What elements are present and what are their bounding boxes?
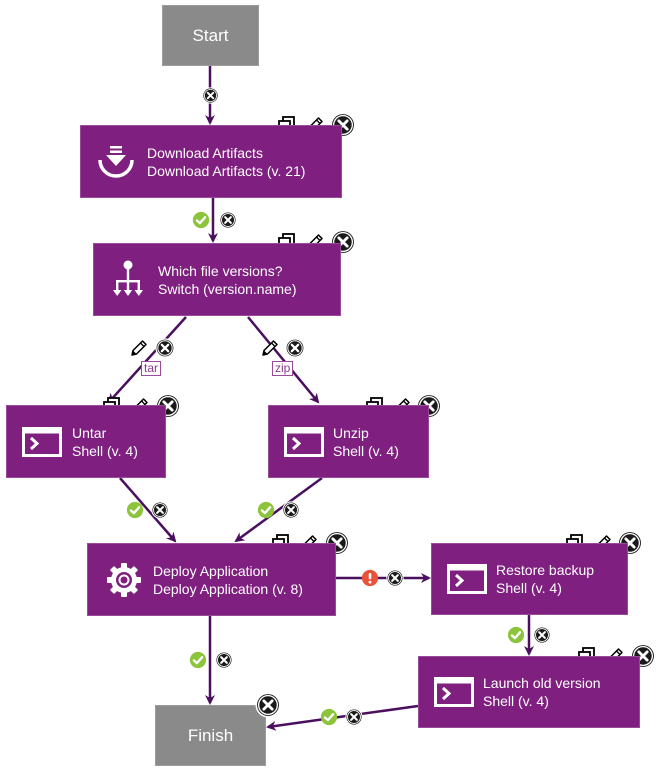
edge-label-zip[interactable]: zip — [272, 361, 294, 376]
edge-launch-finish[interactable] — [266, 704, 419, 731]
edge-restore-launch-success-icon — [507, 626, 525, 644]
deploy-title: Deploy Application — [153, 562, 269, 579]
switch-icon — [113, 260, 143, 296]
finish-delete-icon[interactable] — [255, 692, 281, 718]
finish-node[interactable]: Finish — [155, 705, 266, 766]
edge-deploy-finish-delete-icon[interactable] — [215, 651, 233, 669]
edge-deploy-restore-delete-icon[interactable] — [386, 569, 404, 587]
deploy-application-node[interactable]: Deploy Application Deploy Application (v… — [87, 543, 336, 616]
unzip-subtitle: Shell (v. 4) — [333, 442, 399, 459]
edge-switch-untar[interactable] — [107, 316, 187, 404]
download-icon — [98, 145, 134, 178]
switch-node[interactable]: Which file versions? Switch (version.nam… — [93, 243, 341, 316]
untar-title: Untar — [72, 424, 107, 441]
deploy-subtitle: Deploy Application (v. 8) — [153, 580, 303, 597]
edge-restore-launch-delete-icon[interactable] — [533, 626, 551, 644]
download-artifacts-node[interactable]: Download Artifacts Download Artifacts (v… — [80, 125, 342, 198]
edge-label-tar[interactable]: tar — [141, 361, 162, 376]
unzip-node[interactable]: Unzip Shell (v. 4) — [268, 405, 429, 478]
unzip-title: Unzip — [333, 424, 369, 441]
switch-subtitle: Switch (version.name) — [158, 280, 297, 297]
edge-deploy-finish-success-icon — [189, 651, 207, 669]
download-subtitle: Download Artifacts (v. 21) — [147, 162, 306, 179]
edge-start-download-delete-icon[interactable] — [202, 87, 219, 104]
gear-icon — [107, 562, 141, 597]
edge-switch-unzip-delete-icon[interactable] — [285, 338, 305, 358]
edge-unzip-deploy-success-icon — [257, 501, 275, 519]
untar-subtitle: Shell (v. 4) — [72, 442, 138, 459]
edge-download-switch-success-icon — [192, 211, 210, 229]
edge-switch-untar-delete-icon[interactable] — [155, 338, 175, 358]
untar-node[interactable]: Untar Shell (v. 4) — [6, 405, 166, 478]
launch-title: Launch old version — [483, 675, 601, 691]
edge-download-switch-delete-icon[interactable] — [219, 211, 237, 229]
start-node[interactable]: Start — [162, 5, 259, 66]
download-title: Download Artifacts — [147, 144, 263, 161]
edge-unzip-deploy[interactable] — [234, 476, 323, 543]
switch-title: Which file versions? — [158, 262, 283, 279]
edge-launch-finish-success-icon — [320, 708, 338, 726]
finish-label: Finish — [187, 725, 234, 745]
restore-backup-node[interactable]: Restore backup Shell (v. 4) — [431, 543, 628, 615]
edge-launch-finish-delete-icon[interactable] — [345, 708, 363, 726]
restore-subtitle: Shell (v. 4) — [496, 580, 562, 596]
edge-deploy-restore-failure-icon — [361, 569, 379, 587]
edge-untar-deploy-success-icon — [126, 501, 144, 519]
restore-title: Restore backup — [496, 562, 595, 578]
shell-icon — [447, 564, 487, 594]
edge-unzip-deploy-delete-icon[interactable] — [282, 501, 300, 519]
launch-subtitle: Shell (v. 4) — [483, 693, 549, 709]
edge-switch-unzip[interactable] — [247, 316, 320, 404]
shell-icon — [434, 677, 474, 707]
shell-icon — [284, 426, 324, 457]
edge-switch-untar-edit-icon[interactable] — [131, 340, 147, 356]
edge-untar-deploy-delete-icon[interactable] — [151, 501, 169, 519]
launch-old-version-node[interactable]: Launch old version Shell (v. 4) — [418, 656, 640, 728]
start-label: Start — [192, 25, 229, 45]
shell-icon — [22, 426, 62, 457]
